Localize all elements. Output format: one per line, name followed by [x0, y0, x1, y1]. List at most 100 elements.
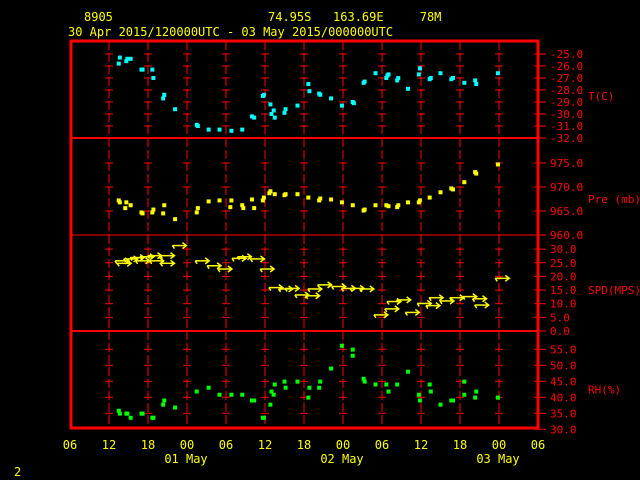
data-point — [128, 203, 133, 208]
data-point — [406, 200, 410, 205]
data-point — [351, 101, 356, 106]
x-tick-label: 00 — [336, 438, 350, 452]
data-point — [116, 61, 121, 66]
wind-arrow — [194, 257, 211, 265]
x-tick-label: 18 — [141, 438, 155, 452]
data-point — [373, 203, 378, 208]
data-point — [495, 162, 500, 167]
data-point — [318, 379, 323, 384]
data-point — [261, 92, 266, 97]
data-point — [474, 389, 479, 394]
data-point — [206, 385, 211, 390]
data-point — [306, 82, 311, 86]
data-point — [128, 56, 133, 61]
wind-arrow — [284, 284, 301, 293]
x-tick-label: 00 — [180, 438, 194, 452]
y-tick-label: 50.0 — [550, 359, 577, 372]
data-point — [386, 72, 391, 77]
data-point — [173, 107, 178, 112]
data-point — [272, 192, 277, 197]
y-tick-label: 20.0 — [550, 270, 577, 283]
data-point — [306, 395, 311, 400]
data-point — [283, 385, 288, 390]
data-point — [229, 128, 234, 133]
y-tick-label: 35.0 — [550, 407, 577, 420]
panel-label: Pre (mb) — [588, 193, 640, 206]
y-tick-label: 30.0 — [550, 243, 577, 256]
data-point — [267, 191, 272, 196]
data-point — [117, 55, 122, 60]
data-point — [395, 382, 400, 387]
y-tick-label: 975.0 — [550, 157, 583, 170]
data-point — [295, 103, 300, 108]
data-point — [450, 187, 455, 192]
data-point — [462, 379, 467, 384]
y-tick-label: 40.0 — [550, 391, 577, 404]
data-point — [252, 115, 257, 120]
data-point — [228, 205, 233, 210]
wind-arrow — [474, 301, 490, 309]
data-point — [473, 78, 478, 83]
data-point — [194, 210, 199, 215]
data-point — [151, 207, 156, 212]
data-point — [295, 192, 300, 197]
y-tick-label: 45.0 — [550, 375, 577, 388]
data-point — [268, 402, 273, 407]
data-point — [272, 382, 277, 387]
data-point — [252, 398, 257, 403]
data-point — [125, 411, 130, 416]
x-date-label: 02 May — [320, 452, 363, 466]
data-point — [229, 392, 234, 397]
data-point — [252, 206, 257, 211]
x-tick-label: 12 — [414, 438, 428, 452]
data-point — [406, 369, 410, 374]
data-point — [195, 124, 200, 128]
x-tick-label: 06 — [63, 438, 77, 452]
wind-arrow — [206, 262, 223, 270]
data-point — [362, 79, 367, 84]
station-location: 74.95S 163.69E 78M — [268, 10, 441, 24]
data-point — [306, 195, 311, 200]
data-point — [117, 200, 122, 205]
grid — [71, 41, 538, 428]
data-point — [329, 96, 334, 101]
data-point — [373, 382, 378, 387]
y-tick-label: 965.0 — [550, 205, 583, 218]
data-point — [151, 76, 156, 80]
station-id: 8905 — [84, 10, 113, 24]
y-tick-label: 30.0 — [550, 423, 577, 436]
x-tick-label: 18 — [453, 438, 467, 452]
wind-arrow — [171, 241, 188, 250]
data-point — [438, 71, 443, 76]
time-period: 30 Apr 2015/120000UTC - 03 May 2015/0000… — [68, 25, 393, 39]
data-point — [396, 203, 401, 208]
y-tick-label: 0.0 — [550, 325, 570, 338]
data-point — [318, 92, 323, 97]
data-point — [373, 71, 378, 76]
y-tick-label: 960.0 — [550, 229, 583, 242]
data-point — [128, 415, 133, 420]
wind-arrow — [259, 265, 276, 273]
data-point — [339, 103, 344, 108]
data-point — [450, 76, 455, 80]
data-point — [318, 196, 323, 201]
y-tick-label: 5.0 — [550, 311, 570, 324]
data-point — [269, 112, 274, 116]
data-point — [416, 72, 421, 77]
data-point — [417, 66, 422, 71]
data-point — [282, 110, 287, 115]
data-point — [151, 415, 156, 420]
data-point — [474, 82, 479, 86]
data-marks — [114, 55, 511, 420]
data-point — [124, 200, 129, 205]
y-tick-label: 10.0 — [550, 298, 577, 311]
data-point — [161, 96, 166, 101]
weather-station-chart: 8905 74.95S 163.69E 78M 30 Apr 2015/1200… — [14, 10, 640, 479]
data-point — [217, 392, 222, 397]
data-point — [250, 197, 254, 202]
data-point — [339, 343, 344, 348]
data-point — [240, 392, 245, 397]
data-point — [417, 398, 422, 403]
data-point — [428, 76, 433, 80]
data-point — [495, 71, 500, 76]
